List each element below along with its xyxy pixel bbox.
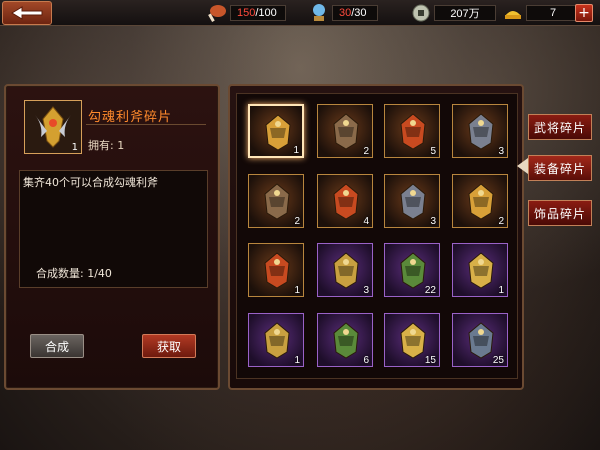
mask-armor-icon [400,252,426,289]
gold-resource: 7 [502,4,580,22]
tab-hero-fragments[interactable]: 武将碎片 [528,114,592,140]
back-button[interactable] [2,1,52,25]
top-resource-bar: 150/100 30/30 207万 7 + [0,0,600,26]
fragment-slot[interactable]: 2 [452,174,508,228]
fragment-slot[interactable]: 5 [384,104,440,158]
slot-qty: 1 [294,355,300,366]
slot-qty: 3 [363,285,369,296]
description-box: 集齐40个可以合成勾魂利斧 合成数量: 1/40 [19,170,208,288]
item-name: 勾魂利斧碎片 [88,110,173,125]
armor-icon [333,113,359,150]
slot-qty: 6 [363,355,369,366]
gold-ingot-icon [502,2,524,24]
energy-current: 30 [339,7,352,19]
warrior-armor-icon [468,252,494,289]
slot-qty: 2 [294,216,300,227]
pagoda-icon [264,252,290,289]
flame-sword-icon [400,113,426,150]
fragment-slot[interactable]: 25 [452,313,508,367]
fragment-slot[interactable]: 15 [384,313,440,367]
combine-count: 合成数量: 1/40 [36,267,112,280]
thumb-qty: 1 [71,142,78,153]
crystal-ball-icon [308,2,330,24]
fragment-slot[interactable]: 1 [248,243,304,297]
obtain-button[interactable]: 获取 [142,334,196,358]
energy-max: /30 [351,7,367,19]
axe-icon [265,114,291,151]
divider [86,124,206,125]
slot-qty: 3 [498,146,504,157]
combine-button[interactable]: 合成 [30,334,84,358]
stamina-resource: 150/100 [206,4,286,22]
gold-armor-icon [333,183,359,220]
fragment-slot[interactable]: 3 [384,174,440,228]
slot-qty: 22 [424,285,436,296]
golden-beast-icon [333,322,359,359]
slot-qty: 3 [430,216,436,227]
fragment-slot[interactable]: 3 [317,243,373,297]
chest-armor-icon [264,183,290,220]
stamina-current: 150 [237,7,256,19]
fragment-slot[interactable]: 6 [317,313,373,367]
fragment-slot[interactable]: 2 [248,174,304,228]
skull-armor-icon [400,322,426,359]
slot-qty: 1 [498,285,504,296]
slot-qty: 4 [363,216,369,227]
fragment-slot[interactable]: 1 [452,243,508,297]
treasure-icon [468,183,494,220]
tab-pointer-icon [517,158,528,174]
tab-equipment-fragments[interactable]: 装备碎片 [528,155,592,181]
selected-item-thumbnail: 1 [24,100,82,154]
slot-qty: 2 [363,146,369,157]
fragment-slot[interactable]: 1 [248,104,304,158]
coins-value: 207万 [434,5,496,21]
slot-qty: 5 [430,146,436,157]
owned-count: 拥有: 1 [88,139,125,152]
slot-qty: 15 [424,355,436,366]
slot-qty: 25 [492,355,504,366]
gold-value: 7 [526,5,580,21]
energy-resource: 30/30 [308,4,378,22]
slot-qty: 1 [293,145,299,156]
fragment-slot[interactable]: 4 [317,174,373,228]
fragment-slot[interactable]: 3 [452,104,508,158]
dragon-statue-icon [333,252,359,289]
coins-resource: 207万 [410,4,496,22]
slot-qty: 2 [498,216,504,227]
helmet-icon [468,113,494,150]
meat-icon [206,2,228,24]
stamina-max: /100 [255,7,277,19]
fragment-slot[interactable]: 2 [317,104,373,158]
fragment-slot[interactable]: 1 [248,313,304,367]
back-arrow-icon [11,6,43,20]
mace-icon [468,322,494,359]
fragment-slot[interactable]: 22 [384,243,440,297]
beast-icon [264,322,290,359]
coin-icon [410,2,432,24]
add-gold-button[interactable]: + [575,4,593,22]
item-description: 集齐40个可以合成勾魂利斧 [23,176,158,189]
crescent-blade-icon [400,183,426,220]
slot-qty: 1 [294,285,300,296]
tab-accessory-fragments[interactable]: 饰品碎片 [528,200,592,226]
